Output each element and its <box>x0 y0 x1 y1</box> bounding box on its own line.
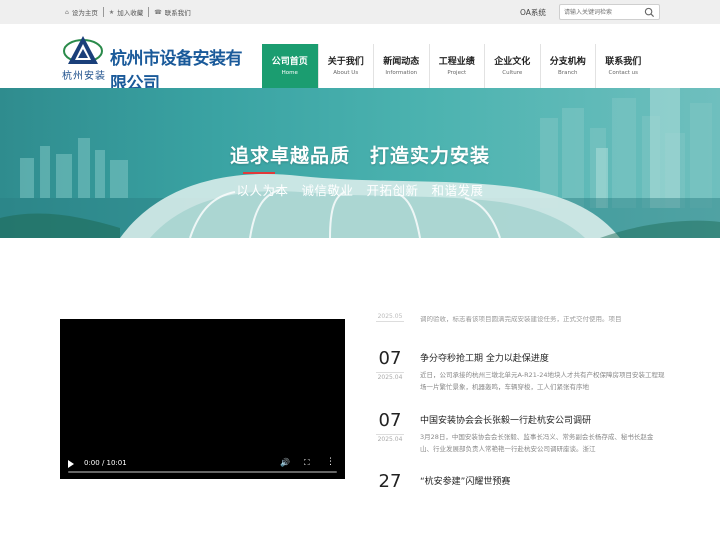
company-logo[interactable]: 杭州市设备安装有限公司 杭州安装 <box>62 34 252 94</box>
nav-label: 关于我们 <box>327 57 364 67</box>
nav-sublabel: Information <box>385 70 418 76</box>
set-homepage-label: 设为主页 <box>71 9 98 17</box>
contact-us-label: 联系我们 <box>164 9 191 17</box>
nav-item-contact[interactable]: 联系我们 Contact us <box>595 44 651 88</box>
news-date-partial: 2025.05 <box>377 313 403 318</box>
set-homepage-link[interactable]: ⌂ 设为主页 <box>60 7 104 17</box>
banner-slogan: 以人为本 诚信敬业 开拓创新 和谐发展 <box>236 183 484 198</box>
more-options-icon[interactable]: ⋮ <box>326 457 335 467</box>
star-icon: ★ <box>108 8 115 16</box>
nav-sublabel: Culture <box>502 70 523 76</box>
news-year-month: 2025.04 <box>376 434 404 443</box>
nav-label: 工程业绩 <box>438 57 475 67</box>
news-day: 27 <box>378 471 402 492</box>
nav-label: 联系我们 <box>605 57 642 67</box>
nav-sublabel: About Us <box>333 70 359 76</box>
company-short-name: 杭州安装 <box>62 71 106 82</box>
nav-sublabel: Home <box>281 70 298 76</box>
nav-sublabel: Contact us <box>608 70 639 76</box>
nav-sublabel: Branch <box>558 70 578 76</box>
news-summary: 3月28日，中国安装协会会长张毅、监事长冯义、常务副会长杨存成、秘书长赵金山、行… <box>420 433 654 453</box>
main-nav: 公司首页 Home 关于我们 About Us 新闻动态 Information… <box>262 44 651 88</box>
nav-item-branch[interactable]: 分支机构 Branch <box>539 44 596 88</box>
news-day: 07 <box>378 348 402 369</box>
contact-us-link[interactable]: ☎ 联系我们 <box>149 7 195 18</box>
video-progress-bar[interactable] <box>68 471 337 473</box>
add-favorite-link[interactable]: ★ 加入收藏 <box>104 7 150 17</box>
nav-label: 新闻动态 <box>383 57 420 67</box>
banner-divider <box>243 172 275 174</box>
add-favorite-label: 加入收藏 <box>117 9 144 17</box>
company-name: 杭州市设备安装有限公司 <box>110 49 243 94</box>
volume-icon[interactable]: 🔊 <box>280 458 290 467</box>
top-bar: ⌂ 设为主页 ★ 加入收藏 ☎ 联系我们 OA系统 <box>0 0 720 24</box>
nav-item-project[interactable]: 工程业绩 Project <box>428 44 485 88</box>
play-icon[interactable] <box>68 460 74 468</box>
nav-label: 企业文化 <box>494 57 531 67</box>
news-title[interactable]: “杭安参建”闪耀世预赛 <box>420 474 510 487</box>
nav-label: 分支机构 <box>549 57 586 67</box>
video-time: 0:00 / 10:01 <box>84 459 127 467</box>
news-summary-partial: 调的验收，标志着该项目圆满完成安装建设任务，正式交付使用。项目 <box>420 316 666 325</box>
nav-item-news[interactable]: 新闻动态 Information <box>373 44 429 88</box>
fullscreen-icon[interactable]: ⛶ <box>304 458 310 468</box>
video-player[interactable]: 0:00 / 10:01 🔊 ⛶ ⋮ <box>60 319 345 479</box>
nav-label: 公司首页 <box>271 57 308 67</box>
top-links: ⌂ 设为主页 ★ 加入收藏 ☎ 联系我们 <box>60 0 196 24</box>
news-title[interactable]: 争分夺秒抢工期 全力以赴保进度 <box>420 351 549 364</box>
nav-item-culture[interactable]: 企业文化 Culture <box>484 44 540 88</box>
nav-item-about[interactable]: 关于我们 About Us <box>317 44 374 88</box>
news-title[interactable]: 中国安装协会会长张毅一行赴杭安公司调研 <box>420 413 591 426</box>
phone-icon: ☎ <box>154 8 162 16</box>
news-year-month: 2025.04 <box>376 372 404 381</box>
search-input[interactable] <box>564 7 640 18</box>
date-divider <box>376 321 404 322</box>
site-header: 杭州市设备安装有限公司 杭州安装 公司首页 Home 关于我们 About Us… <box>0 24 720 94</box>
news-summary: 近日，公司承接的杭州三墩北单元A-R21-24地块人才共有产权保障房项目安装工程… <box>420 371 665 391</box>
news-summary-text: 调的验收，标志着该项目圆满完成安装建设任务，正式交付使用。项目 <box>420 316 622 323</box>
home-icon: ⌂ <box>65 8 69 16</box>
search-icon[interactable] <box>644 7 655 18</box>
news-day: 07 <box>378 410 402 431</box>
news-list: 2025.05 调的验收，标志着该项目圆满完成安装建设任务，正式交付使用。项目 … <box>376 300 666 500</box>
video-controls: 0:00 / 10:01 🔊 ⛶ ⋮ <box>60 451 345 479</box>
nav-sublabel: Project <box>447 70 467 76</box>
search-box <box>559 4 660 20</box>
oa-system-link[interactable]: OA系统 <box>520 7 546 18</box>
hero-banner: 追求卓越品质 打造实力安装 以人为本 诚信敬业 开拓创新 和谐发展 <box>0 88 720 238</box>
logo-mark-icon <box>63 36 103 64</box>
banner-title: 追求卓越品质 打造实力安装 <box>229 145 490 167</box>
nav-item-home[interactable]: 公司首页 Home <box>262 44 318 88</box>
